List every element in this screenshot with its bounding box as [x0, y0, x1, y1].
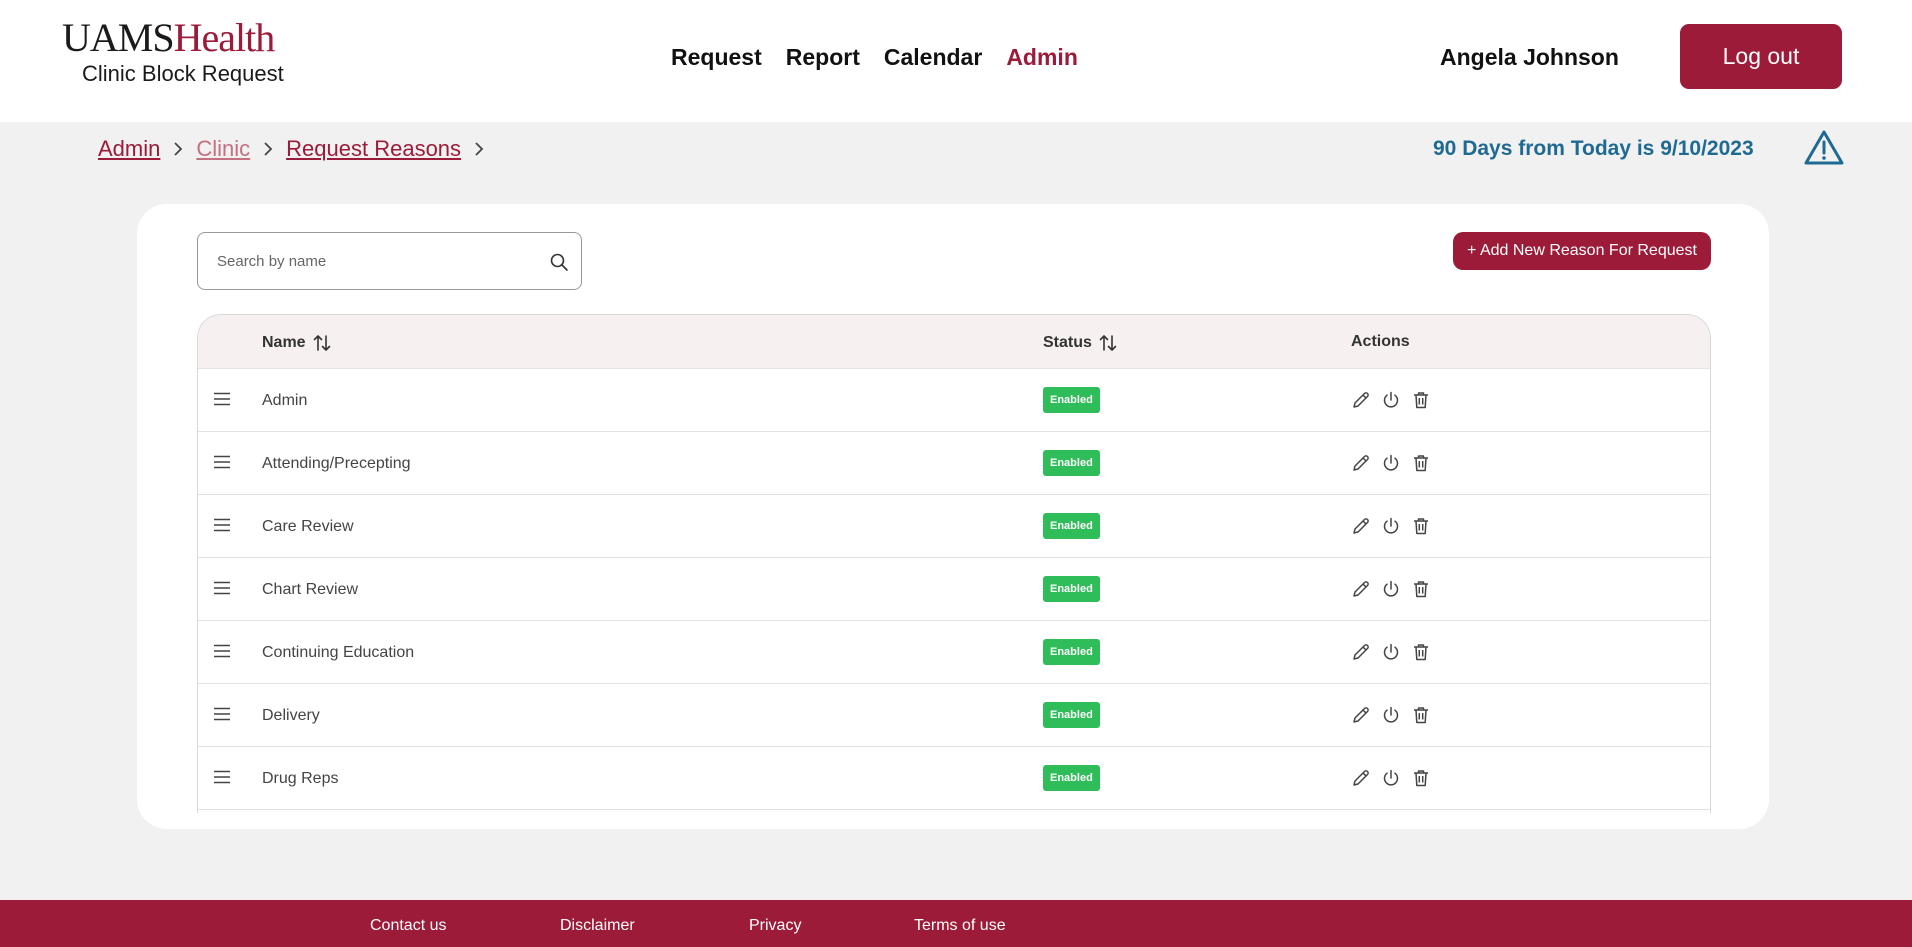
- logo-wordmark: UAMSHealth: [62, 18, 284, 58]
- status-badge: Enabled: [1043, 765, 1100, 791]
- sort-icon[interactable]: [1098, 333, 1118, 353]
- drag-handle-icon[interactable]: [213, 581, 231, 595]
- sort-icon[interactable]: [312, 333, 332, 353]
- power-icon[interactable]: [1381, 642, 1401, 662]
- table-row: Chart Review Enabled: [198, 558, 1710, 621]
- trash-icon[interactable]: [1411, 453, 1431, 473]
- status-badge: Enabled: [1043, 639, 1100, 665]
- warning-icon[interactable]: [1804, 130, 1844, 166]
- table-row: Drug Reps Enabled: [198, 747, 1710, 810]
- logo-health-text: Health: [173, 15, 276, 60]
- status-badge: Enabled: [1043, 387, 1100, 413]
- main-nav: Request Report Calendar Admin: [671, 44, 1078, 71]
- reason-name: Continuing Education: [262, 644, 415, 661]
- table-row: Delivery Enabled: [198, 684, 1710, 747]
- edit-icon[interactable]: [1351, 390, 1371, 410]
- nav-calendar[interactable]: Calendar: [884, 44, 982, 71]
- logo-uams-text: UAMS: [62, 15, 175, 60]
- user-name: Angela Johnson: [1440, 44, 1619, 70]
- trash-icon[interactable]: [1411, 768, 1431, 788]
- app-subtitle: Clinic Block Request: [82, 61, 284, 86]
- nav-report[interactable]: Report: [786, 44, 860, 71]
- trash-icon[interactable]: [1411, 579, 1431, 599]
- drag-handle-icon[interactable]: [213, 455, 231, 469]
- footer-contact-link[interactable]: Contact us: [370, 917, 446, 935]
- table-row: Admin Enabled: [198, 369, 1710, 432]
- status-badge: Enabled: [1043, 702, 1100, 728]
- request-reasons-card: + Add New Reason For Request Name Status…: [137, 204, 1769, 829]
- power-icon[interactable]: [1381, 453, 1401, 473]
- reason-name: Attending/Precepting: [262, 455, 411, 472]
- site-footer: Contact us Disclaimer Privacy Terms of u…: [0, 900, 1912, 947]
- power-icon[interactable]: [1381, 705, 1401, 725]
- footer-privacy-link[interactable]: Privacy: [749, 917, 801, 935]
- logout-button[interactable]: Log out: [1680, 24, 1842, 89]
- drag-handle-icon[interactable]: [213, 707, 231, 721]
- edit-icon[interactable]: [1351, 642, 1371, 662]
- power-icon[interactable]: [1381, 768, 1401, 788]
- trash-icon[interactable]: [1411, 642, 1431, 662]
- breadcrumb-request-reasons[interactable]: Request Reasons: [286, 136, 461, 162]
- add-new-reason-button[interactable]: + Add New Reason For Request: [1453, 232, 1711, 270]
- breadcrumb-admin[interactable]: Admin: [98, 136, 160, 162]
- drag-handle-icon[interactable]: [213, 518, 231, 532]
- search-box: [197, 232, 582, 290]
- search-input[interactable]: [217, 252, 537, 270]
- column-header-actions: Actions: [1351, 333, 1410, 350]
- chevron-right-icon: [172, 141, 184, 157]
- trash-icon[interactable]: [1411, 390, 1431, 410]
- footer-disclaimer-link[interactable]: Disclaimer: [560, 917, 635, 935]
- power-icon[interactable]: [1381, 390, 1401, 410]
- table-row: Care Review Enabled: [198, 495, 1710, 558]
- edit-icon[interactable]: [1351, 768, 1371, 788]
- chevron-right-icon: [473, 141, 485, 157]
- drag-handle-icon[interactable]: [213, 644, 231, 658]
- search-icon[interactable]: [549, 252, 569, 272]
- edit-icon[interactable]: [1351, 579, 1371, 599]
- column-header-status-label: Status: [1043, 334, 1092, 351]
- drag-handle-icon[interactable]: [213, 770, 231, 784]
- breadcrumb-clinic[interactable]: Clinic: [196, 136, 250, 162]
- status-badge: Enabled: [1043, 576, 1100, 602]
- drag-handle-icon[interactable]: [213, 392, 231, 406]
- footer-terms-link[interactable]: Terms of use: [914, 917, 1006, 935]
- reason-name: Delivery: [262, 707, 320, 724]
- column-header-name[interactable]: Name: [262, 333, 332, 353]
- edit-icon[interactable]: [1351, 516, 1371, 536]
- power-icon[interactable]: [1381, 516, 1401, 536]
- table-row: Continuing Education Enabled: [198, 621, 1710, 684]
- trash-icon[interactable]: [1411, 705, 1431, 725]
- reason-name: Drug Reps: [262, 770, 339, 787]
- days-from-today-note: 90 Days from Today is 9/10/2023: [1433, 137, 1754, 160]
- nav-admin[interactable]: Admin: [1006, 44, 1078, 71]
- chevron-right-icon: [262, 141, 274, 157]
- status-badge: Enabled: [1043, 450, 1100, 476]
- column-header-name-label: Name: [262, 334, 306, 351]
- table-row: Attending/Precepting Enabled: [198, 432, 1710, 495]
- edit-icon[interactable]: [1351, 453, 1371, 473]
- nav-request[interactable]: Request: [671, 44, 762, 71]
- reason-name: Chart Review: [262, 581, 359, 598]
- reason-name: Care Review: [262, 518, 354, 535]
- edit-icon[interactable]: [1351, 705, 1371, 725]
- table-header: Name Status Actions: [198, 315, 1710, 369]
- reason-name: Admin: [262, 392, 308, 409]
- reasons-table: Name Status Actions Admin Enabled Attend…: [197, 314, 1711, 813]
- trash-icon[interactable]: [1411, 516, 1431, 536]
- breadcrumb: Admin Clinic Request Reasons: [98, 136, 485, 162]
- column-header-status[interactable]: Status: [1043, 333, 1118, 353]
- table-body: Admin Enabled Attending/Precepting Enabl…: [198, 369, 1710, 810]
- power-icon[interactable]: [1381, 579, 1401, 599]
- app-header: UAMSHealth Clinic Block Request Request …: [0, 0, 1912, 122]
- uams-health-logo[interactable]: UAMSHealth Clinic Block Request: [62, 18, 284, 87]
- status-badge: Enabled: [1043, 513, 1100, 539]
